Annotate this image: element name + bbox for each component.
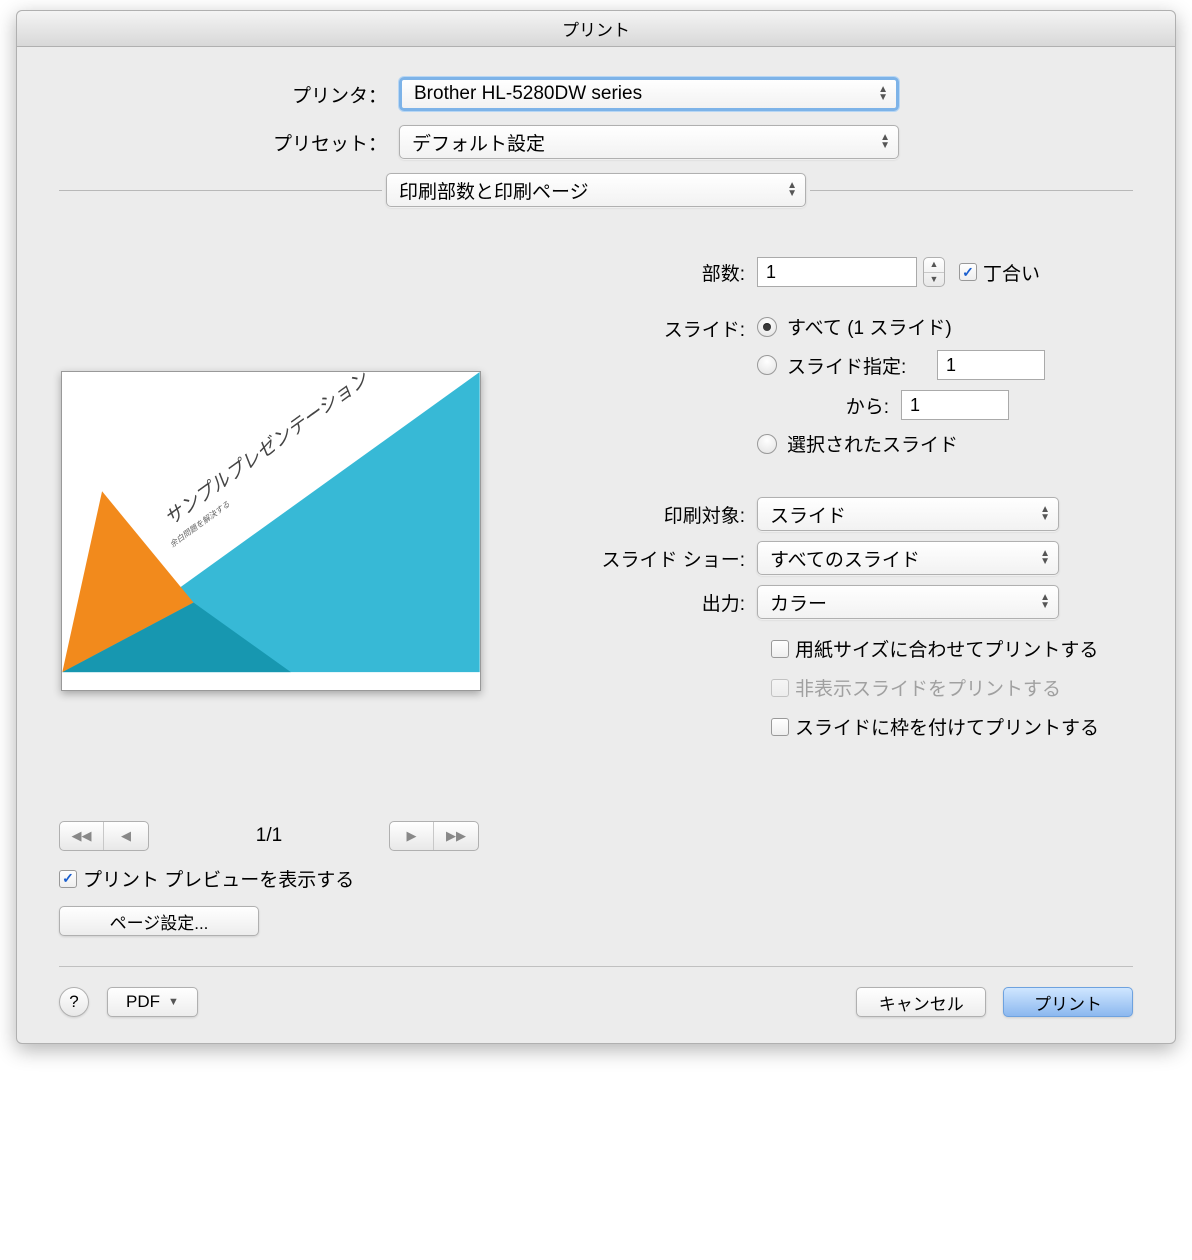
- print-dialog: プリント プリンタ： Brother HL-5280DW series ▲▼ プ…: [16, 10, 1176, 1044]
- printer-label: プリンタ：: [59, 81, 399, 108]
- stepper-down-button[interactable]: ▼: [924, 273, 944, 287]
- page-setup-button[interactable]: ページ設定...: [59, 906, 259, 936]
- pager-forward-group: ▶ ▶▶: [389, 821, 479, 851]
- slideshow-select[interactable]: すべてのスライド ▲▼: [757, 541, 1059, 575]
- output-select[interactable]: カラー ▲▼: [757, 585, 1059, 619]
- output-label: 出力:: [575, 589, 757, 616]
- stepper-up-button[interactable]: ▲: [924, 258, 944, 273]
- slides-range-input[interactable]: [937, 350, 1045, 380]
- frame-slides-checkbox[interactable]: [771, 718, 789, 736]
- preview-thumbnail: サンプルプレゼンテーション 余白問題を解決する: [61, 371, 481, 691]
- slides-range-label: スライド指定:: [787, 352, 937, 379]
- slides-range-radio[interactable]: [757, 355, 777, 375]
- show-preview-label: プリント プレビューを表示する: [83, 865, 354, 892]
- chevron-updown-icon: ▲▼: [1038, 550, 1052, 566]
- chevron-updown-icon: ▲▼: [1038, 506, 1052, 522]
- help-button[interactable]: ?: [59, 987, 89, 1017]
- print-hidden-checkbox: [771, 679, 789, 697]
- print-target-select[interactable]: スライド ▲▼: [757, 497, 1059, 531]
- chevron-updown-icon: ▲▼: [1038, 594, 1052, 610]
- pager-last-button[interactable]: ▶▶: [434, 822, 478, 850]
- collate-checkbox[interactable]: ✓: [959, 263, 977, 281]
- fit-paper-checkbox[interactable]: [771, 640, 789, 658]
- pager-first-button[interactable]: ◀◀: [60, 822, 104, 850]
- slides-label: スライド:: [575, 313, 757, 342]
- print-button[interactable]: プリント: [1003, 987, 1133, 1017]
- collate-label: 丁合い: [983, 259, 1040, 286]
- pager-prev-button[interactable]: ◀: [104, 822, 148, 850]
- slides-from-label: から:: [787, 392, 901, 419]
- slides-selected-radio[interactable]: [757, 434, 777, 454]
- preset-select[interactable]: デフォルト設定 ▲▼: [399, 125, 899, 159]
- chevron-updown-icon: ▲▼: [785, 182, 799, 198]
- slides-all-label: すべて (1 スライド): [787, 313, 952, 340]
- slides-selected-label: 選択されたスライド: [787, 430, 958, 457]
- copies-stepper[interactable]: ▲ ▼: [923, 257, 945, 287]
- pager-next-button[interactable]: ▶: [390, 822, 434, 850]
- titlebar: プリント: [17, 11, 1175, 47]
- fit-paper-label: 用紙サイズに合わせてプリントする: [795, 635, 1098, 662]
- section-select[interactable]: 印刷部数と印刷ページ ▲▼: [386, 173, 806, 207]
- slides-all-radio[interactable]: [757, 317, 777, 337]
- show-preview-checkbox[interactable]: ✓: [59, 870, 77, 888]
- slideshow-label: スライド ショー:: [575, 545, 757, 572]
- caret-down-icon: ▼: [168, 996, 179, 1008]
- print-hidden-label: 非表示スライドをプリントする: [795, 674, 1061, 701]
- pdf-menu-button[interactable]: PDF ▼: [107, 987, 198, 1017]
- chevron-updown-icon: ▲▼: [878, 134, 892, 150]
- window-title: プリント: [562, 21, 630, 40]
- frame-slides-label: スライドに枠を付けてプリントする: [795, 713, 1099, 740]
- slides-from-input[interactable]: [901, 390, 1009, 420]
- cancel-button[interactable]: キャンセル: [856, 987, 986, 1017]
- copies-input[interactable]: [757, 257, 917, 287]
- copies-label: 部数:: [575, 259, 757, 286]
- printer-select[interactable]: Brother HL-5280DW series ▲▼: [399, 77, 899, 111]
- print-target-label: 印刷対象:: [575, 501, 757, 528]
- pager-back-group: ◀◀ ◀: [59, 821, 149, 851]
- pager-display: 1/1: [149, 825, 389, 847]
- chevron-updown-icon: ▲▼: [876, 86, 890, 102]
- preset-label: プリセット：: [59, 129, 399, 156]
